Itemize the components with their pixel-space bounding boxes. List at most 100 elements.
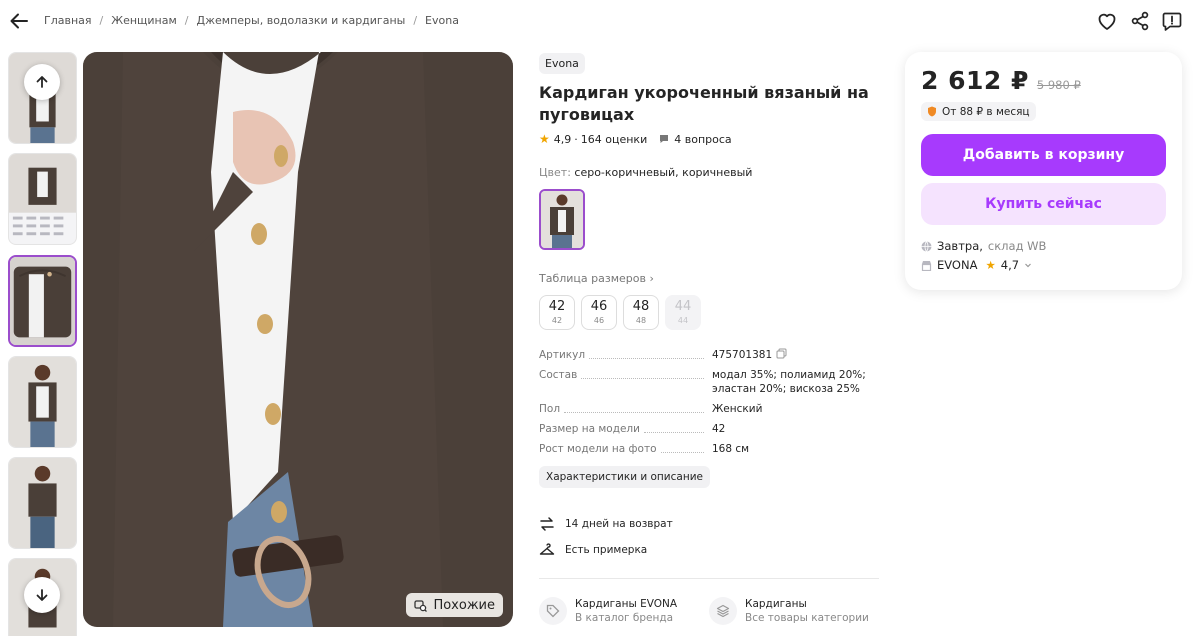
add-to-cart-button[interactable]: Добавить в корзину (921, 134, 1166, 176)
size-value: 46 (590, 298, 608, 314)
category-subtitle: Все товары категории (745, 612, 869, 624)
return-arrows-icon (539, 516, 555, 532)
seller-rating: 4,7 (1000, 258, 1020, 272)
rating-row: ★ 4,9 · 164 оценки 4 вопроса (539, 132, 884, 146)
size-value: 42 (548, 298, 566, 314)
spec-value: 42 (712, 423, 726, 435)
delivery-info: Завтра, склад WB (921, 239, 1046, 253)
breadcrumb-item-home[interactable]: Главная (44, 14, 92, 27)
spec-key: Пол (539, 403, 561, 415)
size-option-46[interactable]: 46 46 (581, 295, 617, 330)
buy-now-button[interactable]: Купить сейчас (921, 183, 1166, 225)
delivery-separator: , (979, 239, 983, 253)
installment-text: От 88 ₽ в месяц (942, 105, 1030, 118)
fitting-info: Есть примерка (539, 542, 647, 558)
star-icon: ★ (539, 132, 550, 146)
similar-label: Похожие (433, 597, 495, 613)
chat-icon (659, 134, 669, 144)
size-value: 48 (632, 298, 650, 314)
size-selector: 42 42 46 46 48 48 44 44 (539, 295, 884, 330)
spec-key: Артикул (539, 349, 586, 361)
layers-icon (709, 597, 737, 625)
category-subtitle: В каталог бренда (575, 612, 674, 624)
spec-key: Состав (539, 369, 578, 381)
globe-icon (921, 240, 932, 252)
buy-card: 2 612 ₽ 5 980 ₽ От 88 ₽ в месяц Добавить… (905, 52, 1182, 290)
spec-row: Артикул 475701381 (539, 348, 884, 362)
size-ru: 42 (551, 315, 563, 325)
brand-chip[interactable]: Evona (539, 53, 585, 74)
spec-row: Размер на модели 42 (539, 422, 884, 436)
thumbnail-strip (8, 52, 77, 636)
delivery-day: Завтра (937, 239, 980, 253)
spec-key: Размер на модели (539, 423, 640, 435)
installment-badge[interactable]: От 88 ₽ в месяц (921, 102, 1036, 121)
store-icon (921, 260, 932, 271)
chevron-down-icon (1024, 261, 1032, 269)
characteristics-button[interactable]: Характеристики и описание (539, 466, 710, 488)
thumbnail-2[interactable] (8, 153, 77, 245)
questions-count[interactable]: 4 вопроса (674, 133, 731, 146)
category-title: Кардиганы EVONA (575, 598, 678, 610)
article-value: 475701381 (712, 349, 773, 361)
thumbnail-3[interactable] (8, 255, 77, 347)
size-option-44[interactable]: 44 44 (665, 295, 701, 330)
report-icon[interactable] (1161, 10, 1183, 32)
share-icon[interactable] (1129, 10, 1151, 32)
product-title-line-1: Кардиган укороченный вязаный на (539, 83, 869, 102)
category-title: Кардиганы (745, 598, 807, 610)
thumbnail-5[interactable] (8, 457, 77, 549)
spec-value: 168 см (712, 443, 750, 455)
spec-value: Женский (712, 403, 763, 415)
size-option-42[interactable]: 42 42 (539, 295, 575, 330)
category-link-all[interactable]: Кардиганы Все товары категории (709, 597, 869, 625)
size-table-link[interactable]: Таблица размеров › (539, 272, 884, 285)
thumbnail-4[interactable] (8, 356, 77, 448)
breadcrumb-item-category[interactable]: Джемперы, водолазки и кардиганы (197, 14, 406, 27)
product-info: Evona Кардиган укороченный вязаный на пу… (539, 52, 884, 488)
rating-separator: · (574, 132, 578, 146)
copy-icon[interactable] (776, 348, 787, 359)
color-swatch[interactable] (539, 189, 585, 250)
scroll-down-arrow-icon[interactable] (24, 577, 60, 613)
similar-button[interactable]: Похожие (406, 593, 503, 617)
size-table-label: Таблица размеров (539, 272, 646, 285)
color-value: серо-коричневый, коричневый (574, 166, 753, 179)
price-block: 2 612 ₽ 5 980 ₽ (921, 66, 1081, 95)
spec-key: Рост модели на фото (539, 443, 657, 455)
scroll-up-arrow-icon[interactable] (24, 64, 60, 100)
spec-row: Состав модал 35%; полиамид 20%; эластан … (539, 368, 884, 396)
rating-value[interactable]: 4,9 (554, 133, 572, 146)
breadcrumb: Главная / Женщинам / Джемперы, водолазки… (44, 14, 459, 27)
star-icon: ★ (985, 258, 996, 272)
size-option-48[interactable]: 48 48 (623, 295, 659, 330)
seller-link[interactable]: EVONA ★ 4,7 (921, 258, 1032, 272)
shield-icon (927, 106, 937, 117)
spec-value: модал 35%; полиамид 20%; эластан 20%; ви… (712, 369, 866, 395)
breadcrumb-separator: / (184, 14, 189, 27)
breadcrumb-item-brand[interactable]: Evona (425, 14, 459, 27)
warehouse: склад WB (987, 239, 1047, 253)
spec-row: Рост модели на фото 168 см (539, 442, 884, 456)
seller-name: EVONA (937, 258, 978, 272)
fitting-label: Есть примерка (565, 544, 648, 556)
product-title: Кардиган укороченный вязаный на пуговица… (539, 82, 884, 126)
chevron-right-icon: › (649, 272, 654, 285)
current-price: 2 612 ₽ (921, 66, 1029, 95)
color-row: Цвет: серо-коричневый, коричневый (539, 166, 884, 179)
breadcrumb-item-women[interactable]: Женщинам (111, 14, 177, 27)
specs-list: Артикул 475701381 Состав модал 35%; поли… (539, 348, 884, 456)
hanger-icon (539, 542, 555, 558)
back-arrow-icon[interactable] (8, 10, 30, 32)
top-bar: Главная / Женщинам / Джемперы, водолазки… (0, 0, 1200, 44)
divider (539, 578, 879, 579)
main-product-image[interactable]: Похожие (83, 52, 513, 627)
return-policy: 14 дней на возврат (539, 516, 673, 532)
breadcrumb-separator: / (413, 14, 418, 27)
category-link-brand[interactable]: Кардиганы EVONA В каталог бренда (539, 597, 677, 625)
old-price: 5 980 ₽ (1036, 78, 1081, 92)
breadcrumb-separator: / (99, 14, 104, 27)
reviews-count[interactable]: 164 оценки (581, 133, 647, 146)
heart-icon[interactable] (1096, 10, 1118, 32)
product-title-line-2: пуговицах (539, 105, 635, 124)
